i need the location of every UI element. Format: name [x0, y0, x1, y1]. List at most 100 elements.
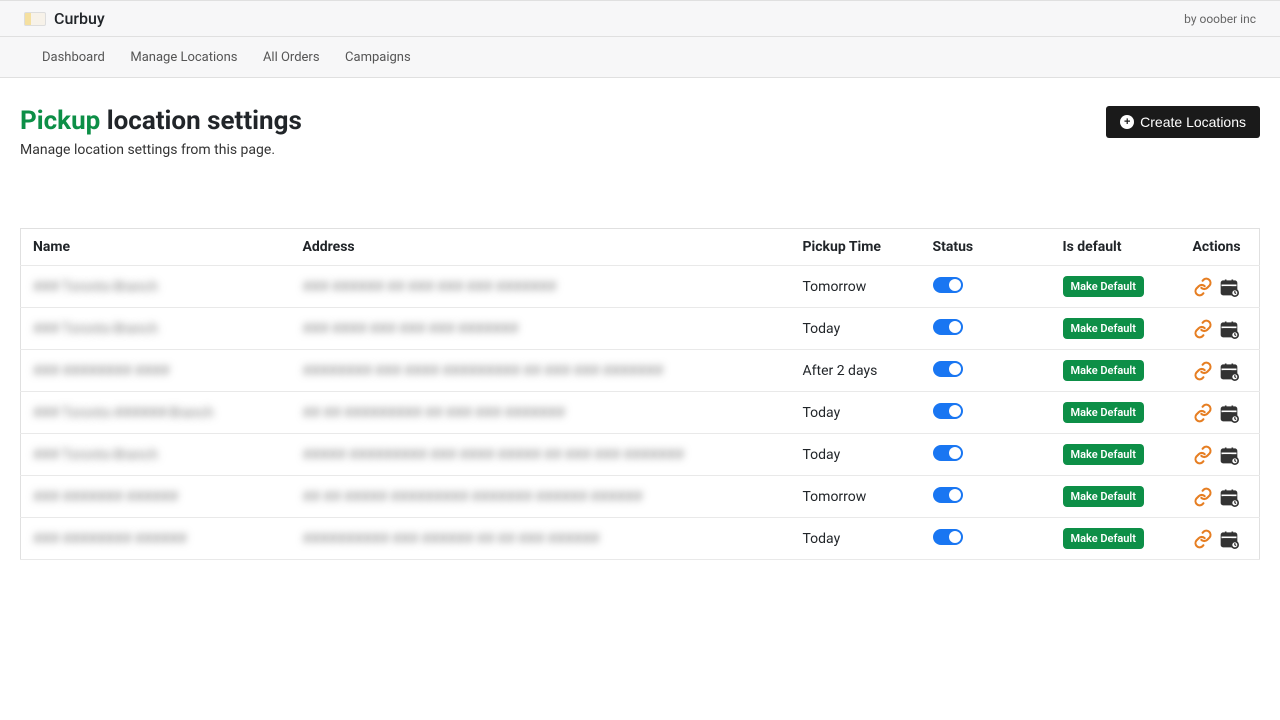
brand-logo-icon: [24, 12, 46, 26]
cell-address: ## ## ######### ## ### ### #######: [291, 392, 791, 434]
link-icon[interactable]: [1193, 529, 1213, 549]
table-row: ### ######## ################ ### ######…: [21, 518, 1260, 560]
plus-icon: +: [1120, 115, 1134, 129]
cell-pickup: Tomorrow: [791, 266, 921, 308]
cell-address: ### #### ### ### ### #######: [291, 308, 791, 350]
make-default-button[interactable]: Make Default: [1063, 402, 1144, 423]
link-icon[interactable]: [1193, 277, 1213, 297]
link-icon[interactable]: [1193, 445, 1213, 465]
nav-dashboard[interactable]: Dashboard: [42, 50, 105, 65]
make-default-button[interactable]: Make Default: [1063, 528, 1144, 549]
page-title-rest: location settings: [107, 106, 302, 136]
link-icon[interactable]: [1193, 319, 1213, 339]
page-title-accent: Pickup: [20, 106, 100, 136]
status-toggle[interactable]: [933, 403, 963, 419]
make-default-button[interactable]: Make Default: [1063, 318, 1144, 339]
cell-actions: [1181, 518, 1260, 560]
th-default: Is default: [1051, 229, 1181, 266]
th-address: Address: [291, 229, 791, 266]
nav-campaigns[interactable]: Campaigns: [345, 50, 411, 65]
status-toggle[interactable]: [933, 361, 963, 377]
cell-address: ########## ### ###### ## ## ### ######: [291, 518, 791, 560]
cell-status: [921, 266, 1051, 308]
schedule-icon[interactable]: [1219, 529, 1239, 549]
table-header-row: Name Address Pickup Time Status Is defau…: [21, 229, 1260, 266]
cell-actions: [1181, 266, 1260, 308]
status-toggle[interactable]: [933, 529, 963, 545]
table-row: ### Toronto-######-Branch## ## #########…: [21, 392, 1260, 434]
cell-pickup: Today: [791, 392, 921, 434]
cell-name: ### ####### ######: [21, 476, 291, 518]
cell-actions: [1181, 434, 1260, 476]
schedule-icon[interactable]: [1219, 403, 1239, 423]
cell-pickup: Today: [791, 434, 921, 476]
create-locations-button[interactable]: + Create Locations: [1106, 106, 1260, 138]
page-title: Pickup location settings: [20, 106, 302, 136]
cell-name: ### ######## ####: [21, 350, 291, 392]
table-row: ### Toronto-Branch### #### ### ### ### #…: [21, 308, 1260, 350]
nav-all-orders[interactable]: All Orders: [263, 50, 320, 65]
cell-address: ##### ######### ### #### ##### ## ### ##…: [291, 434, 791, 476]
status-toggle[interactable]: [933, 487, 963, 503]
cell-status: [921, 308, 1051, 350]
cell-default: Make Default: [1051, 350, 1181, 392]
cell-default: Make Default: [1051, 308, 1181, 350]
cell-status: [921, 434, 1051, 476]
make-default-button[interactable]: Make Default: [1063, 360, 1144, 381]
cell-default: Make Default: [1051, 476, 1181, 518]
status-toggle[interactable]: [933, 319, 963, 335]
navbar: Dashboard Manage Locations All Orders Ca…: [0, 37, 1280, 78]
table-row: ### Toronto-Branch### ###### ## ### ### …: [21, 266, 1260, 308]
cell-pickup: Today: [791, 518, 921, 560]
brand[interactable]: Curbuy: [24, 9, 105, 28]
table-row: ### ######## ############ ### #### #####…: [21, 350, 1260, 392]
cell-actions: [1181, 392, 1260, 434]
cell-pickup: Tomorrow: [791, 476, 921, 518]
link-icon[interactable]: [1193, 403, 1213, 423]
th-status: Status: [921, 229, 1051, 266]
nav-manage-locations[interactable]: Manage Locations: [130, 50, 237, 65]
page-header: Pickup location settings Manage location…: [20, 106, 1260, 158]
cell-pickup: Today: [791, 308, 921, 350]
status-toggle[interactable]: [933, 277, 963, 293]
cell-status: [921, 476, 1051, 518]
locations-table: Name Address Pickup Time Status Is defau…: [20, 228, 1260, 560]
cell-default: Make Default: [1051, 392, 1181, 434]
schedule-icon[interactable]: [1219, 487, 1239, 507]
page-subtitle: Manage location settings from this page.: [20, 142, 302, 158]
cell-actions: [1181, 308, 1260, 350]
schedule-icon[interactable]: [1219, 319, 1239, 339]
cell-name: ### Toronto-Branch: [21, 266, 291, 308]
th-name: Name: [21, 229, 291, 266]
table-row: ### Toronto-Branch##### ######### ### ##…: [21, 434, 1260, 476]
cell-actions: [1181, 476, 1260, 518]
link-icon[interactable]: [1193, 487, 1213, 507]
brand-name: Curbuy: [54, 9, 105, 28]
cell-address: ######## ### #### ######### ## ### ### #…: [291, 350, 791, 392]
schedule-icon[interactable]: [1219, 277, 1239, 297]
cell-actions: [1181, 350, 1260, 392]
cell-name: ### Toronto-Branch: [21, 434, 291, 476]
th-actions: Actions: [1181, 229, 1260, 266]
cell-status: [921, 392, 1051, 434]
cell-address: ### ###### ## ### ### ### #######: [291, 266, 791, 308]
cell-pickup: After 2 days: [791, 350, 921, 392]
th-pickup: Pickup Time: [791, 229, 921, 266]
link-icon[interactable]: [1193, 361, 1213, 381]
table-row: ### ####### ######## ## ##### ######### …: [21, 476, 1260, 518]
schedule-icon[interactable]: [1219, 361, 1239, 381]
cell-default: Make Default: [1051, 434, 1181, 476]
cell-name: ### ######## ######: [21, 518, 291, 560]
cell-name: ### Toronto-######-Branch: [21, 392, 291, 434]
cell-status: [921, 518, 1051, 560]
cell-default: Make Default: [1051, 266, 1181, 308]
schedule-icon[interactable]: [1219, 445, 1239, 465]
cell-status: [921, 350, 1051, 392]
make-default-button[interactable]: Make Default: [1063, 276, 1144, 297]
make-default-button[interactable]: Make Default: [1063, 444, 1144, 465]
byline: by ooober inc: [1184, 12, 1256, 26]
create-button-label: Create Locations: [1140, 114, 1246, 130]
cell-name: ### Toronto-Branch: [21, 308, 291, 350]
status-toggle[interactable]: [933, 445, 963, 461]
make-default-button[interactable]: Make Default: [1063, 486, 1144, 507]
